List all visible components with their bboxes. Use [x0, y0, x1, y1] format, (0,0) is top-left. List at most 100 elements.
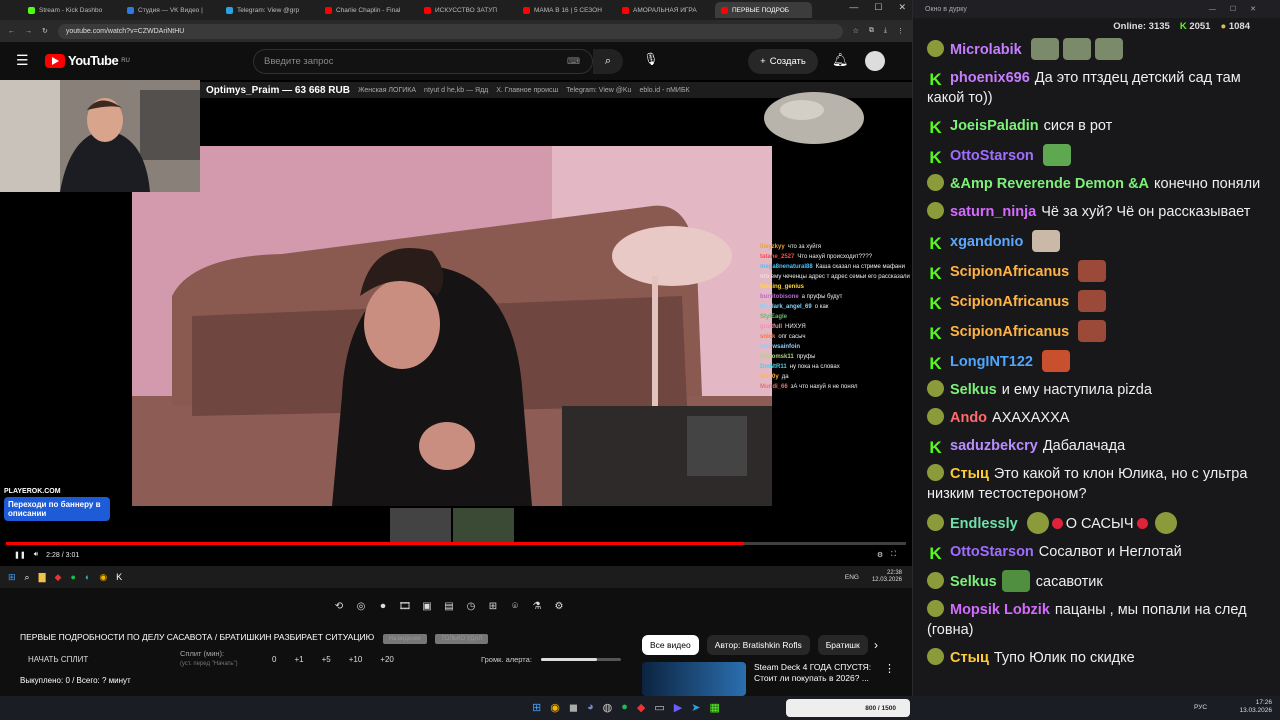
- chevron-right-icon[interactable]: ›: [874, 638, 878, 652]
- fullscreen-icon[interactable]: ⛶: [891, 551, 896, 559]
- film-icon[interactable]: 🎞︎: [396, 598, 414, 614]
- chat-username[interactable]: xgandonio: [950, 234, 1023, 250]
- os-lang[interactable]: РУС: [1194, 704, 1207, 711]
- notifications-bell-icon[interactable]: 🔔︎: [832, 52, 849, 68]
- record-icon[interactable]: ⏺: [374, 598, 392, 614]
- chat-username[interactable]: OttoStarson: [950, 148, 1034, 164]
- promo-banner[interactable]: PLAYEROK.COM Переходи по баннеру в описа…: [4, 488, 112, 534]
- chip-only[interactable]: ТОЛЬКО УДАЛ: [435, 634, 489, 644]
- app-icon[interactable]: ▶: [674, 701, 682, 714]
- video-filter-tab[interactable]: Автор: Bratishkin Rofls: [706, 635, 810, 655]
- meme-party-widget[interactable]: 800 / 1500: [786, 699, 910, 717]
- chat-username[interactable]: LongINT122: [950, 354, 1033, 370]
- browser-tab[interactable]: Telegram: View @grp: [220, 2, 317, 18]
- volume-label: Громк. алерта:: [481, 655, 532, 664]
- download-icon[interactable]: ⤓: [884, 27, 887, 35]
- chat-username[interactable]: Mopsik Lobzik: [950, 602, 1050, 618]
- chat-username[interactable]: Endlessly: [950, 516, 1018, 532]
- steam-icon[interactable]: ◍: [603, 701, 613, 714]
- overlay-chat-line: 69_dark_angel_69 о как: [760, 302, 910, 312]
- chat-username[interactable]: ScipionAfricanus: [950, 324, 1069, 340]
- settings-gear-icon[interactable]: ⚙: [877, 551, 883, 559]
- video-filter-tab[interactable]: Все видео: [642, 635, 699, 655]
- pause-icon[interactable]: ❚❚: [14, 551, 26, 559]
- chat-username[interactable]: OttoStarson: [950, 544, 1034, 560]
- chip-video[interactable]: На видеоке: [382, 634, 427, 644]
- recommended-video[interactable]: Steam Deck 4 ГОДА СПУСТЯ: Стоит ли покуп…: [642, 662, 912, 696]
- microphone-icon[interactable]: 🎙︎: [642, 52, 660, 70]
- browser-tab[interactable]: МАМА В 16 | 5 СЕЗОН: [517, 2, 614, 18]
- keyboard-icon[interactable]: ⌨: [567, 56, 580, 67]
- camera-icon[interactable]: ⌾: [506, 598, 524, 614]
- split-option-button[interactable]: +1: [294, 655, 303, 664]
- app-icon[interactable]: ◼: [569, 701, 578, 714]
- split-option-button[interactable]: 0: [272, 655, 276, 664]
- youtube-logo[interactable]: YouTube RU: [45, 53, 130, 68]
- chat-username[interactable]: Selkus: [950, 574, 997, 590]
- spotify-icon[interactable]: ●: [621, 701, 628, 714]
- hamburger-menu-icon[interactable]: ☰: [16, 52, 29, 69]
- loop-icon[interactable]: ⟲: [330, 598, 348, 614]
- app-icon[interactable]: ▦: [709, 701, 719, 714]
- telegram-icon[interactable]: ➤: [691, 701, 700, 714]
- minimize-icon[interactable]: —: [849, 2, 858, 13]
- split-option-button[interactable]: +5: [322, 655, 331, 664]
- avatar[interactable]: [865, 51, 885, 71]
- windows-start-icon[interactable]: ⊞: [532, 701, 541, 714]
- chat-username[interactable]: ScipionAfricanus: [950, 264, 1069, 280]
- start-split-button[interactable]: НАЧАТЬ СПЛИТ: [28, 655, 88, 664]
- split-option-button[interactable]: +10: [349, 655, 363, 664]
- chat-username[interactable]: Стыц: [950, 650, 989, 666]
- bookmark-star-icon[interactable]: ☆: [853, 27, 859, 35]
- browser-tab[interactable]: Charlie Chaplin - Final: [319, 2, 416, 18]
- back-icon[interactable]: ←: [8, 28, 15, 35]
- maximize-icon[interactable]: ☐: [874, 2, 882, 13]
- alert-volume-slider[interactable]: [541, 658, 621, 661]
- chat-username[interactable]: phoenix696: [950, 70, 1030, 86]
- browser-tab[interactable]: ИСКУССТВО ЗАТУП: [418, 2, 515, 18]
- split-option-button[interactable]: +20: [380, 655, 394, 664]
- browser-tab[interactable]: Студия — VK Видео |: [121, 2, 218, 18]
- reload-icon[interactable]: ↻: [42, 27, 48, 35]
- create-button[interactable]: + Создать: [748, 49, 818, 74]
- browser-tab[interactable]: ПЕРВЫЕ ПОДРОБ: [715, 2, 812, 18]
- forward-icon[interactable]: →: [25, 28, 32, 35]
- chat-username[interactable]: saduzbekcry: [950, 438, 1038, 454]
- chat-username[interactable]: Ando: [950, 410, 987, 426]
- frames-icon[interactable]: ▤: [440, 598, 458, 614]
- chat-username[interactable]: Microlabik: [950, 42, 1022, 58]
- progress-bar[interactable]: [6, 542, 906, 545]
- chat-username[interactable]: Selkus: [950, 382, 997, 398]
- volume-icon[interactable]: 🔊︎: [34, 551, 38, 559]
- chrome-icon[interactable]: ◉: [550, 701, 560, 714]
- discord-icon[interactable]: ◕: [587, 701, 594, 714]
- chat-username[interactable]: JoeisPaladin: [950, 118, 1039, 134]
- os-clock[interactable]: 17:26 13.03.2026: [1236, 699, 1272, 715]
- chat-username[interactable]: ScipionAfricanus: [950, 294, 1069, 310]
- more-options-icon[interactable]: ⋮: [884, 662, 895, 696]
- video-player[interactable]: Optimys_Praim — 63 668 RUB Женская ЛОГИКА…: [0, 80, 912, 566]
- app-icon[interactable]: ▭: [654, 701, 664, 714]
- chat-username[interactable]: &Amp Reverende Demon &A: [950, 176, 1149, 192]
- chat-window-controls[interactable]: —☐✕: [1209, 5, 1270, 13]
- chat-emote: [1042, 144, 1071, 166]
- flask-icon[interactable]: ⚗: [528, 598, 546, 614]
- menu-dots-icon[interactable]: ⋮: [897, 27, 904, 35]
- speed-icon[interactable]: ◷: [462, 598, 480, 614]
- url-field[interactable]: youtube.com/watch?v=CZWDAriNtHU: [57, 23, 843, 39]
- settings-gear-icon[interactable]: ⚙: [550, 598, 568, 614]
- video-filter-tab[interactable]: Братишк: [817, 635, 868, 655]
- browser-tab[interactable]: Stream - Kick Dashbo: [22, 2, 119, 18]
- browser-tab[interactable]: АМОРАЛЬНАЯ ИГРА: [616, 2, 713, 18]
- app-icon[interactable]: ◆: [637, 701, 645, 714]
- pip-icon[interactable]: ▣: [418, 598, 436, 614]
- search-button[interactable]: ⌕: [593, 49, 623, 74]
- close-icon[interactable]: ✕: [898, 2, 906, 13]
- overlay-chat-user: StylEagle: [760, 314, 788, 320]
- audio-icon[interactable]: ◎: [352, 598, 370, 614]
- chat-username[interactable]: Стыц: [950, 466, 989, 482]
- extensions-icon[interactable]: ⧉: [869, 27, 874, 35]
- crop-icon[interactable]: ⊞: [484, 598, 502, 614]
- chat-username[interactable]: saturn_ninja: [950, 204, 1036, 220]
- search-input[interactable]: Введите запрос ⌨: [253, 49, 593, 74]
